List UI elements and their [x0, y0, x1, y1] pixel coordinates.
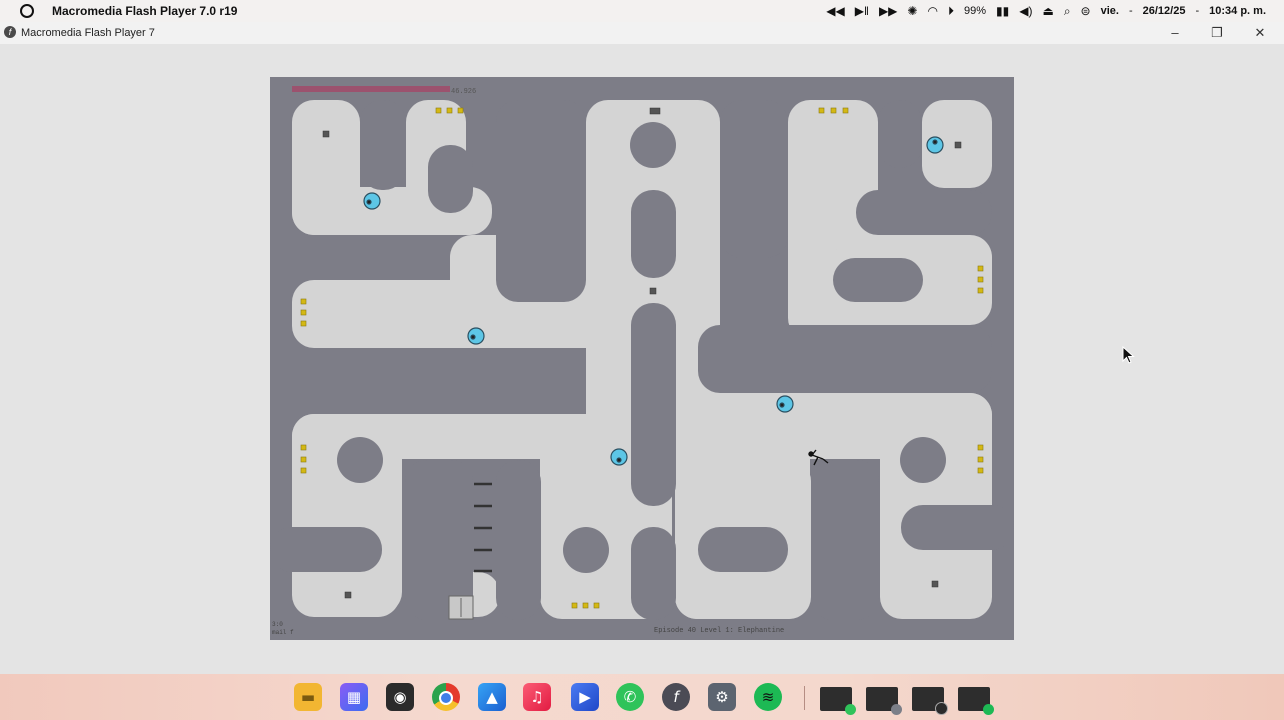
- window-thumbnail-spotify[interactable]: [958, 687, 994, 715]
- mine: [954, 141, 962, 149]
- search-icon[interactable]: ⌕: [1064, 4, 1071, 18]
- battery-icon[interactable]: ▮▮: [996, 4, 1009, 18]
- drone: [776, 395, 794, 413]
- gold-piece: [582, 602, 589, 609]
- gold-piece: [571, 602, 578, 609]
- folder-icon[interactable]: ▬: [294, 683, 322, 711]
- whatsapp-icon[interactable]: ✆: [616, 683, 644, 711]
- gold-piece: [300, 467, 307, 474]
- gold-piece: [300, 320, 307, 327]
- drone: [467, 327, 485, 345]
- window-thumbnail-obs[interactable]: [912, 687, 948, 715]
- start-grid-icon[interactable]: ▦: [340, 683, 368, 711]
- gold-piece: [977, 287, 984, 294]
- exit-switch: [649, 107, 661, 115]
- fast-forward-icon[interactable]: ▶▶: [879, 4, 897, 18]
- gold-piece: [977, 265, 984, 272]
- gold-piece: [842, 107, 849, 114]
- day-label: vie.: [1100, 5, 1119, 17]
- close-button[interactable]: ✕: [1251, 24, 1269, 42]
- date-separator: -: [1128, 5, 1133, 17]
- mine: [322, 130, 330, 138]
- gold-piece: [435, 107, 442, 114]
- app-title[interactable]: Macromedia Flash Player 7.0 r19: [52, 4, 237, 18]
- game-stage[interactable]: 46.926 3:0 mail f Episode 40 Level 1: El…: [270, 77, 1014, 640]
- gold-piece: [977, 456, 984, 463]
- player-icon[interactable]: ▶: [571, 683, 599, 711]
- spotify-icon[interactable]: ≋: [754, 683, 782, 711]
- gold-piece: [457, 107, 464, 114]
- drone: [926, 136, 944, 154]
- window-thumbnail-settings[interactable]: [866, 687, 902, 715]
- chatgpt-icon[interactable]: ✺: [907, 4, 917, 18]
- exit-door: [448, 595, 474, 620]
- mine: [931, 580, 939, 588]
- wifi-icon[interactable]: ◠: [927, 4, 937, 18]
- mine: [344, 591, 352, 599]
- level-canvas: 46.926 3:0 mail f Episode 40 Level 1: El…: [270, 77, 1014, 640]
- corner-caption-2: mail f: [272, 629, 294, 636]
- play-pause-icon[interactable]: ▶‖: [855, 4, 869, 18]
- gold-piece: [977, 276, 984, 283]
- gold-piece: [977, 467, 984, 474]
- system-menu-icon[interactable]: [20, 4, 34, 18]
- minimize-button[interactable]: –: [1166, 24, 1184, 42]
- mouse-cursor-icon: [1122, 346, 1135, 364]
- taskbar: ▬ ▦ ◉ ▲ ♫ ▶ ✆ f ⚙ ≋: [0, 674, 1284, 720]
- taskbar-separator: [804, 686, 805, 710]
- rewind-icon[interactable]: ◀◀: [826, 4, 844, 18]
- eject-icon[interactable]: ⏏: [1042, 4, 1053, 18]
- date-label: 26/12/25: [1142, 5, 1186, 17]
- chrome-icon[interactable]: [432, 683, 460, 711]
- flash-logo-icon: f: [4, 26, 16, 38]
- mine: [649, 287, 657, 295]
- gold-piece: [593, 602, 600, 609]
- time-label: 10:34 p. m.: [1209, 5, 1266, 17]
- window-thumbnail-whatsapp[interactable]: [820, 687, 856, 715]
- photos-icon[interactable]: ▲: [478, 683, 506, 711]
- level-caption: Episode 40 Level 1: Elephantine: [654, 627, 784, 635]
- gold-piece: [300, 444, 307, 451]
- corner-caption-1: 3:0: [272, 621, 283, 628]
- time-remaining-bar: [292, 86, 450, 92]
- system-menu-bar: Macromedia Flash Player 7.0 r19 ◀◀ ▶‖ ▶▶…: [0, 0, 1284, 22]
- volume-icon[interactable]: ◀): [1019, 4, 1032, 18]
- play-circle-icon[interactable]: ⏵: [948, 4, 954, 18]
- gold-piece: [300, 298, 307, 305]
- gold-piece: [446, 107, 453, 114]
- obs-icon[interactable]: ◉: [386, 683, 414, 711]
- drone: [363, 192, 381, 210]
- control-center-icon[interactable]: ⊜: [1081, 4, 1091, 18]
- time-readout: 46.926: [451, 88, 476, 96]
- window-title-bar[interactable]: f Macromedia Flash Player 7 – ❐ ✕: [0, 22, 1284, 44]
- status-area: ◀◀ ▶‖ ▶▶ ✺ ◠ ⏵ 99% ▮▮ ◀) ⏏ ⌕ ⊜ vie. - 26…: [826, 3, 1266, 19]
- settings-icon[interactable]: ⚙: [708, 683, 736, 711]
- restore-button[interactable]: ❐: [1208, 24, 1226, 42]
- gold-piece: [300, 309, 307, 316]
- battery-percent: 99%: [963, 5, 987, 17]
- music-icon[interactable]: ♫: [523, 683, 551, 711]
- gold-piece: [818, 107, 825, 114]
- gold-piece: [830, 107, 837, 114]
- window-title: Macromedia Flash Player 7: [21, 27, 155, 39]
- gold-piece: [977, 444, 984, 451]
- time-separator: -: [1195, 5, 1200, 17]
- flash-icon[interactable]: f: [662, 683, 690, 711]
- gold-piece: [300, 456, 307, 463]
- drone: [610, 448, 628, 466]
